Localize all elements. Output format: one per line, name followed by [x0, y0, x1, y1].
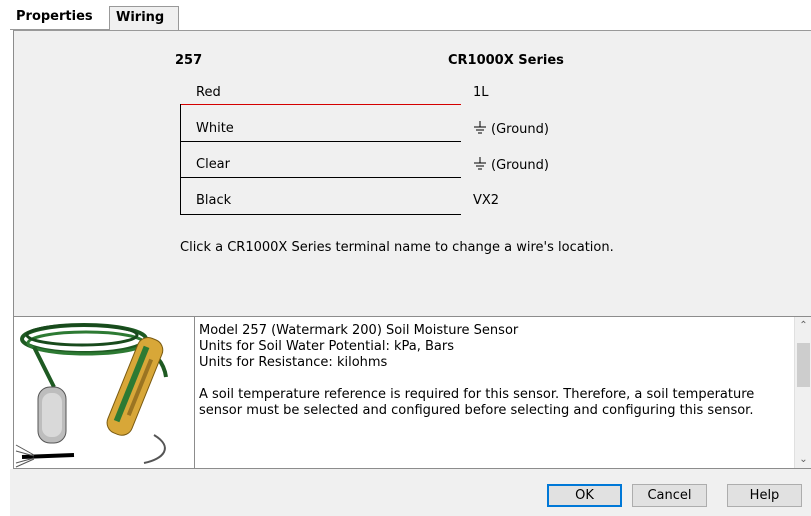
tab-wiring[interactable]: Wiring — [109, 6, 179, 31]
description-text: Model 257 (Watermark 200) Soil Moisture … — [199, 323, 789, 419]
tab-bar: Properties Wiring — [10, 0, 811, 31]
terminal-vx2[interactable]: VX2 — [473, 193, 499, 208]
description-units-resistance: Units for Resistance: kilohms — [199, 355, 388, 370]
wire-bracket — [180, 141, 181, 177]
sensor-image — [13, 316, 195, 469]
scroll-up-icon[interactable]: ⌃ — [795, 317, 811, 334]
wiring-panel: 257 CR1000X Series Red 1L White (Ground)… — [13, 30, 811, 316]
wire-bracket — [180, 177, 181, 214]
wire-label-red: Red — [196, 85, 221, 100]
wire-label-black: Black — [196, 193, 232, 208]
terminal-ground-label: (Ground) — [491, 158, 549, 173]
ok-button[interactable]: OK — [547, 484, 622, 507]
scroll-down-icon[interactable]: ⌄ — [795, 451, 811, 468]
wire-label-white: White — [196, 121, 234, 136]
description-scrollbar[interactable]: ⌃ ⌄ — [794, 317, 811, 468]
sensor-description: Model 257 (Watermark 200) Soil Moisture … — [195, 316, 811, 469]
sensor-picture — [15, 323, 168, 468]
wire-bracket — [180, 104, 181, 141]
scroll-thumb[interactable] — [797, 343, 810, 387]
description-note: A soil temperature reference is required… — [199, 387, 755, 418]
cancel-button[interactable]: Cancel — [632, 484, 707, 507]
description-title: Model 257 (Watermark 200) Soil Moisture … — [199, 323, 519, 338]
wire-label-clear: Clear — [196, 157, 230, 172]
button-bar: OK Cancel Help — [10, 469, 811, 516]
wiring-instruction: Click a CR1000X Series terminal name to … — [180, 240, 614, 255]
help-button[interactable]: Help — [727, 484, 802, 507]
terminal-ground-label: (Ground) — [491, 122, 549, 137]
sensor-header: 257 — [175, 53, 203, 68]
white-wire-line — [180, 141, 461, 142]
tab-properties[interactable]: Properties — [10, 6, 109, 30]
black-wire-line — [180, 214, 461, 215]
ground-icon — [474, 121, 486, 134]
description-units-potential: Units for Soil Water Potential: kPa, Bar… — [199, 339, 454, 354]
red-wire-line — [180, 104, 461, 105]
terminal-ground-2[interactable]: (Ground) — [473, 157, 549, 173]
clear-wire-line — [180, 177, 461, 178]
ground-icon — [474, 157, 486, 170]
terminal-1l[interactable]: 1L — [473, 85, 489, 100]
logger-header: CR1000X Series — [448, 53, 564, 68]
terminal-ground-1[interactable]: (Ground) — [473, 121, 549, 137]
